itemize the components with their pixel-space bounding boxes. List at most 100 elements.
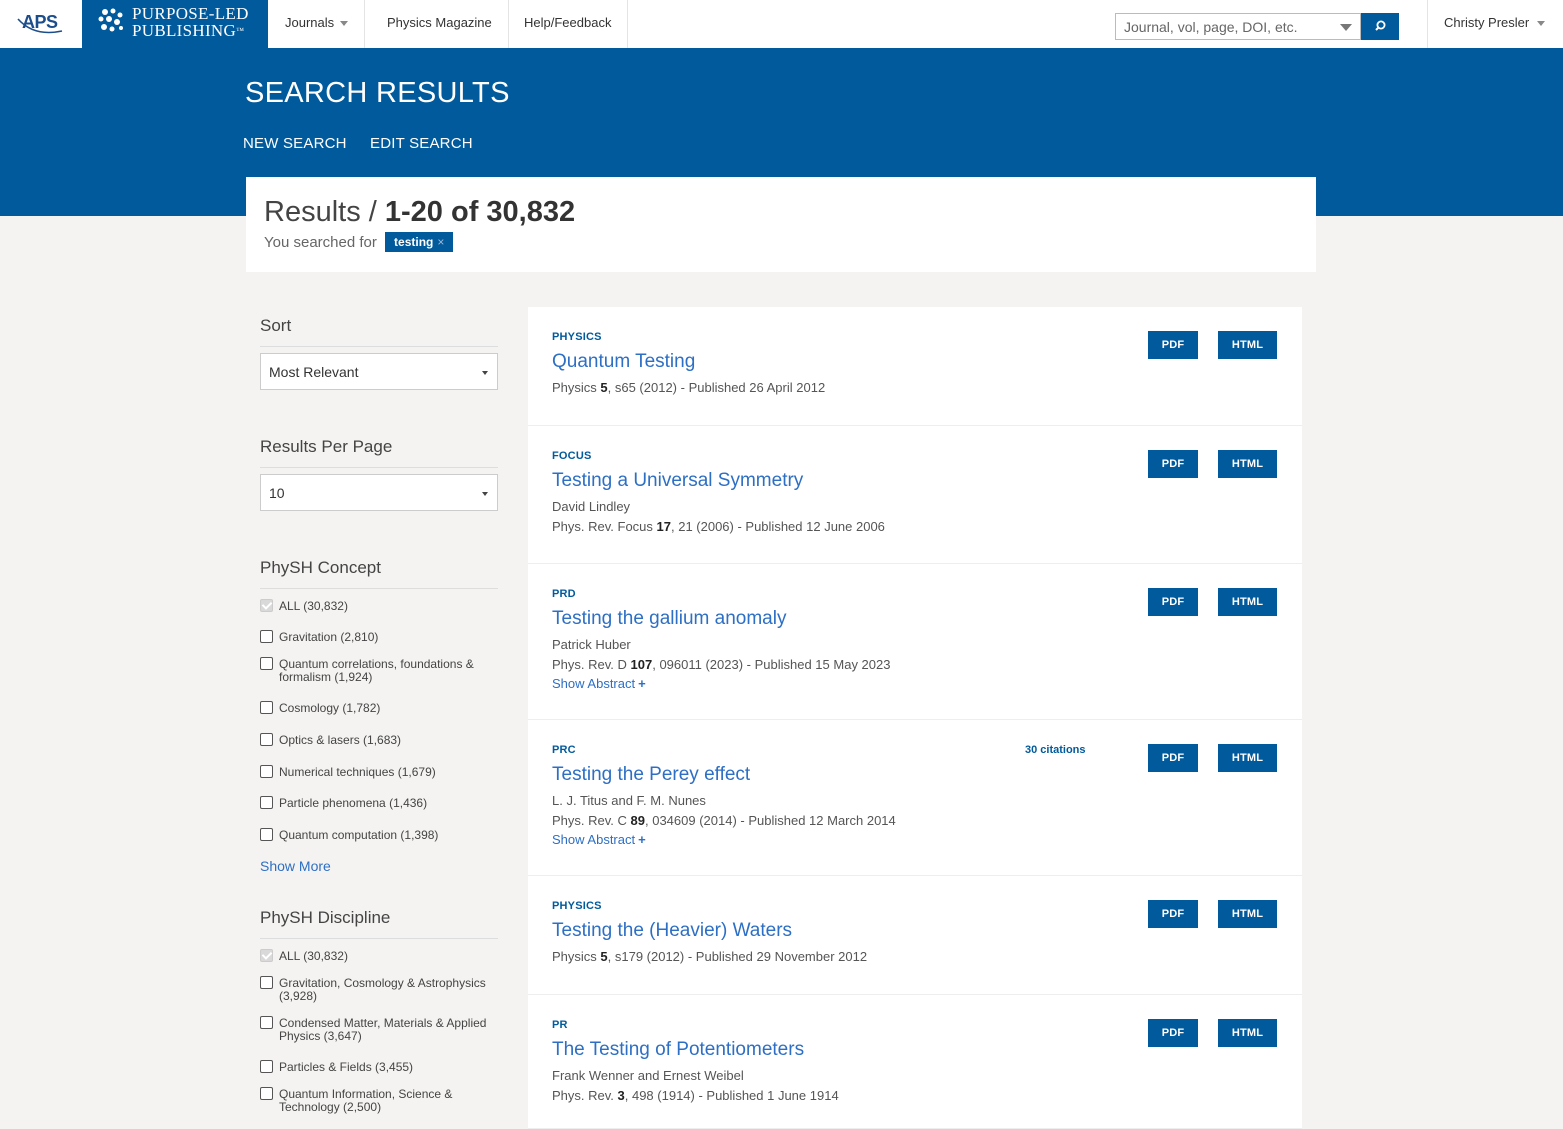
citation-details: , 096011 (2023) - Published 15 May 2023: [652, 657, 891, 672]
pdf-button[interactable]: PDF: [1148, 744, 1198, 772]
html-button[interactable]: HTML: [1218, 1019, 1277, 1047]
show-more-concepts-link[interactable]: Show More: [260, 858, 331, 874]
checkbox-icon[interactable]: [260, 976, 273, 989]
result-title-link[interactable]: Testing the Perey effect: [552, 764, 750, 786]
facet-checkbox-item[interactable]: Quantum computation (1,398): [260, 828, 498, 842]
facet-checkbox-item[interactable]: Gravitation (2,810): [260, 630, 498, 644]
result-title-link[interactable]: Testing the gallium anomaly: [552, 608, 786, 630]
search-term-tag: testing ×: [385, 232, 454, 252]
search-icon: [1375, 20, 1386, 31]
citation-volume: 107: [630, 657, 653, 672]
checkbox-icon[interactable]: [260, 733, 273, 746]
html-button[interactable]: HTML: [1218, 331, 1277, 359]
facet-label: Numerical techniques (1,679): [279, 765, 436, 779]
result-journal-label: PHYSICS: [552, 331, 602, 343]
checkbox-icon[interactable]: [260, 630, 273, 643]
facet-checkbox-item[interactable]: Particles & Fields (3,455): [260, 1060, 498, 1074]
nav-journals[interactable]: Journals: [269, 0, 366, 48]
user-menu[interactable]: Christy Presler: [1427, 0, 1546, 48]
result-authors: L. J. Titus and F. M. Nunes: [552, 793, 706, 808]
pdf-button[interactable]: PDF: [1148, 900, 1198, 928]
html-button[interactable]: HTML: [1218, 744, 1277, 772]
show-abstract-link[interactable]: Show Abstract +: [552, 832, 646, 847]
show-abstract-label: Show Abstract: [552, 832, 636, 847]
facet-label: Cosmology (1,782): [279, 701, 381, 715]
citation-volume: 5: [600, 949, 608, 964]
citation-volume: 89: [630, 813, 645, 828]
facet-label: Gravitation, Cosmology & Astrophysics (3…: [279, 976, 486, 1003]
search-button[interactable]: [1361, 13, 1399, 40]
chevron-down-icon: [482, 371, 488, 375]
facet-checkbox-item[interactable]: Condensed Matter, Materials & Applied Ph…: [260, 1016, 498, 1043]
aps-logo[interactable]: APS: [14, 9, 68, 37]
result-journal-label: PR: [552, 1019, 568, 1031]
results-per-page-heading: Results Per Page: [260, 437, 498, 468]
citation-journal: Physics: [552, 380, 601, 395]
physh-concept-heading: PhySH Concept: [260, 558, 498, 589]
result-citation: Phys. Rev. 3, 498 (1914) - Published 1 J…: [552, 1088, 839, 1103]
result-title-link[interactable]: The Testing of Potentiometers: [552, 1039, 804, 1061]
html-button[interactable]: HTML: [1218, 900, 1277, 928]
facet-label: ALL (30,832): [279, 949, 348, 963]
checkbox-icon[interactable]: [260, 1016, 273, 1029]
facet-checkbox-item[interactable]: Numerical techniques (1,679): [260, 765, 498, 779]
checkbox-checked-icon[interactable]: [260, 599, 273, 612]
checkbox-icon[interactable]: [260, 1060, 273, 1073]
facet-checkbox-item[interactable]: ALL (30,832): [260, 599, 498, 613]
pdf-button[interactable]: PDF: [1148, 1019, 1198, 1047]
chevron-down-icon: [1537, 21, 1546, 27]
citation-journal: Phys. Rev.: [552, 1088, 618, 1103]
checkbox-icon[interactable]: [260, 796, 273, 809]
facet-checkbox-item[interactable]: Gravitation, Cosmology & Astrophysics (3…: [260, 976, 498, 1003]
checkbox-icon[interactable]: [260, 828, 273, 841]
html-button[interactable]: HTML: [1218, 588, 1277, 616]
search-scope-dropdown-icon[interactable]: [1340, 24, 1352, 31]
searched-for-line: You searched for testing ×: [264, 232, 454, 252]
new-search-link[interactable]: NEW SEARCH: [243, 135, 347, 152]
html-button[interactable]: HTML: [1218, 450, 1277, 478]
checkbox-icon[interactable]: [260, 1087, 273, 1100]
top-navigation-bar: APS PURPOSE-LED PUBLISHING™ Journals Phy…: [0, 0, 1563, 48]
edit-search-link[interactable]: EDIT SEARCH: [370, 135, 473, 152]
result-journal-label: PRC: [552, 744, 576, 756]
pdf-button[interactable]: PDF: [1148, 331, 1198, 359]
checkbox-icon[interactable]: [260, 765, 273, 778]
checkbox-icon[interactable]: [260, 701, 273, 714]
citation-journal: Phys. Rev. D: [552, 657, 631, 672]
page-title: SEARCH RESULTS: [245, 77, 510, 109]
checkbox-icon[interactable]: [260, 657, 273, 670]
citation-journal: Physics: [552, 949, 601, 964]
plus-icon: +: [638, 676, 646, 691]
pdf-button[interactable]: PDF: [1148, 450, 1198, 478]
purpose-led-publishing-logo[interactable]: PURPOSE-LED PUBLISHING™: [82, 0, 268, 48]
result-journal-label: FOCUS: [552, 450, 592, 462]
pdf-button[interactable]: PDF: [1148, 588, 1198, 616]
facet-checkbox-item[interactable]: Cosmology (1,782): [260, 701, 498, 715]
results-per-page-select[interactable]: 10: [260, 474, 498, 511]
sort-heading: Sort: [260, 316, 498, 347]
remove-term-icon[interactable]: ×: [437, 235, 444, 249]
citations-count-link[interactable]: 30 citations: [1025, 744, 1086, 756]
show-abstract-link[interactable]: Show Abstract +: [552, 676, 646, 691]
facet-label: Gravitation (2,810): [279, 630, 379, 644]
result-title-link[interactable]: Testing a Universal Symmetry: [552, 470, 803, 492]
facet-checkbox-item[interactable]: Optics & lasers (1,683): [260, 733, 498, 747]
checkbox-checked-icon[interactable]: [260, 949, 273, 962]
facet-checkbox-item[interactable]: Quantum Information, Science & Technolog…: [260, 1087, 498, 1114]
result-title-link[interactable]: Testing the (Heavier) Waters: [552, 920, 792, 942]
result-title-link[interactable]: Quantum Testing: [552, 351, 695, 373]
chevron-down-icon: [340, 21, 349, 27]
citation-search-input[interactable]: [1116, 14, 1331, 39]
facet-checkbox-item[interactable]: Quantum correlations, foundations & form…: [260, 657, 498, 684]
citation-details: , s179 (2012) - Published 29 November 20…: [607, 949, 868, 964]
citation-details: , s65 (2012) - Published 26 April 2012: [607, 380, 826, 395]
result-journal-label: PHYSICS: [552, 900, 602, 912]
facet-checkbox-item[interactable]: Particle phenomena (1,436): [260, 796, 498, 810]
result-card: PRC Testing the Perey effect L. J. Titus a…: [528, 720, 1302, 876]
nav-physics-magazine[interactable]: Physics Magazine: [371, 0, 509, 48]
citation-details: , 21 (2006) - Published 12 June 2006: [670, 519, 885, 534]
facet-checkbox-item[interactable]: ALL (30,832): [260, 949, 498, 963]
sort-select[interactable]: Most Relevant: [260, 353, 498, 390]
citation-volume: 17: [656, 519, 671, 534]
nav-help-feedback[interactable]: Help/Feedback: [508, 0, 629, 48]
